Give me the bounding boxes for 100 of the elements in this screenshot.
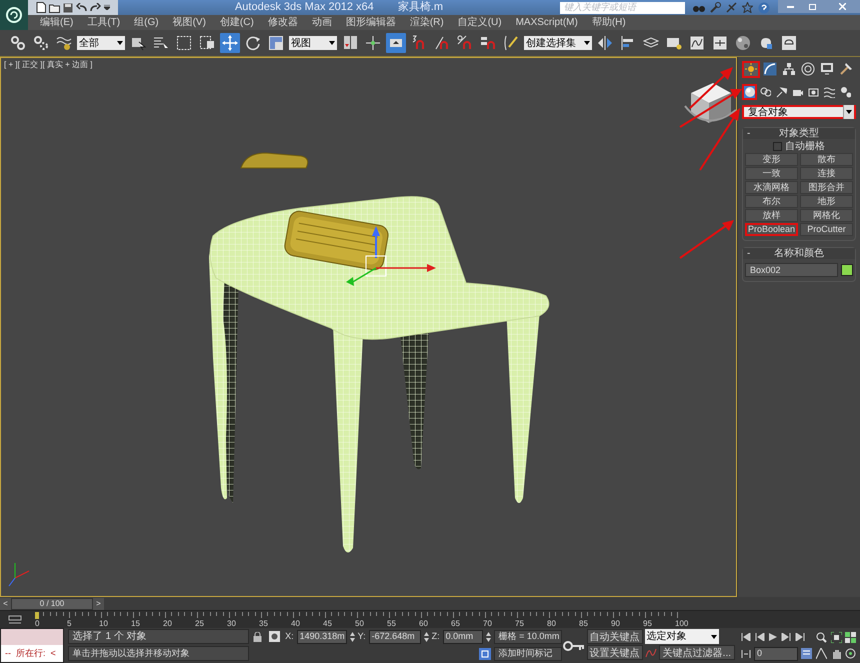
object-type-button[interactable]: 地形 (800, 195, 853, 208)
app-logo-icon[interactable] (0, 0, 28, 30)
object-type-button[interactable]: ProCutter (800, 223, 853, 236)
go-to-end-icon[interactable] (795, 633, 806, 641)
display-tab[interactable] (818, 60, 836, 78)
category-dropdown[interactable]: 复合对象 (742, 105, 856, 119)
create-tab[interactable] (742, 60, 760, 78)
rollout-header[interactable]: - 对象类型 (743, 128, 855, 139)
object-type-button[interactable]: ProBoolean (745, 223, 798, 236)
chair-wireframe-drawing[interactable] (209, 152, 550, 553)
star-icon[interactable] (742, 2, 753, 13)
selection-filter-dropdown[interactable]: 视图 (289, 36, 337, 50)
collapse-toggle[interactable]: - (747, 126, 757, 141)
object-type-button[interactable]: 水滴网格 (745, 181, 798, 194)
previous-frame-button[interactable]: < (0, 598, 11, 610)
orbit-icon[interactable] (845, 648, 856, 659)
next-frame-button[interactable]: > (93, 598, 104, 610)
zoom-extents-icon[interactable] (830, 632, 842, 644)
hierarchy-tab[interactable] (780, 60, 798, 78)
search-field[interactable]: 键入关键字或短语 (560, 2, 685, 14)
curve-editor-icon[interactable] (8, 614, 22, 624)
object-color-swatch[interactable] (841, 264, 853, 276)
zoom-icon[interactable] (816, 632, 827, 644)
new-file-icon[interactable] (36, 2, 46, 13)
menu-item[interactable]: 图形编辑器 (346, 15, 396, 30)
scale-tool[interactable] (266, 33, 286, 53)
open-folder-icon[interactable] (49, 2, 60, 12)
rollout-header[interactable]: - 名称和颜色 (743, 248, 855, 259)
current-frame-field[interactable]: 0 (754, 646, 798, 660)
object-type-button[interactable]: 放样 (745, 209, 798, 222)
spinner-icon[interactable] (424, 630, 429, 642)
previous-key-icon[interactable] (755, 633, 766, 641)
lock-icon[interactable] (253, 632, 262, 642)
next-key-icon[interactable] (781, 633, 792, 641)
maxscript-line-field[interactable]: -- 所在行: < (1, 645, 63, 662)
key-filters-button[interactable]: 关键点过滤器... (658, 645, 736, 660)
time-tag-field[interactable]: 添加时间标记 (494, 646, 562, 660)
object-type-button[interactable]: 一致 (745, 167, 798, 180)
unlink-tool[interactable] (31, 33, 51, 53)
key-icon[interactable] (563, 640, 586, 650)
object-type-button[interactable]: 布尔 (745, 195, 798, 208)
menu-item[interactable]: 视图(V) (172, 15, 206, 30)
selection-filter-dropdown[interactable]: 全部 (77, 36, 125, 50)
viewport-label[interactable]: [ + ][ 正交 ][ 真实 + 边面 ] (4, 59, 92, 71)
wrench-icon[interactable] (710, 2, 721, 13)
modify-tab[interactable] (761, 60, 779, 78)
move-gizmo-icon[interactable] (346, 226, 436, 286)
zoom-extents-all-icon[interactable] (845, 632, 856, 644)
object-type-button[interactable]: 网格化 (800, 209, 853, 222)
auto-key-button[interactable]: 自动关键点 (586, 629, 643, 644)
customize-caret-icon[interactable] (104, 5, 110, 10)
play-icon[interactable] (769, 633, 778, 641)
viewcube-icon[interactable] (684, 83, 736, 123)
help-icon[interactable] (758, 2, 770, 14)
object-type-button[interactable]: 连接 (800, 167, 853, 180)
set-key-button[interactable]: 设置关键点 (586, 645, 643, 660)
menu-item[interactable]: 编辑(E) (40, 15, 74, 30)
minimize-button[interactable] (778, 0, 802, 13)
link-tool[interactable] (8, 33, 28, 53)
maxscript-listener-field[interactable] (1, 629, 63, 645)
redo-icon[interactable] (90, 3, 101, 12)
field-of-view-icon[interactable] (816, 648, 827, 659)
close-button[interactable] (824, 0, 860, 13)
menu-item[interactable]: 修改器 (268, 15, 298, 30)
frame-marker[interactable] (35, 612, 39, 619)
menu-item[interactable]: 动画 (312, 15, 332, 30)
menu-item[interactable]: 帮助(H) (592, 15, 626, 30)
time-slider-thumb[interactable]: 0 / 100 (11, 598, 93, 610)
menu-item[interactable]: 创建(C) (220, 15, 254, 30)
key-target-dropdown[interactable]: 选定对象 (644, 629, 719, 644)
menu-item[interactable]: 自定义(U) (458, 15, 502, 30)
systems-category[interactable] (838, 84, 853, 100)
viewport[interactable]: [ + ][ 正交 ][ 真实 + 边面 ] (0, 57, 737, 597)
motion-tab[interactable] (799, 60, 817, 78)
selection-filter-dropdown[interactable]: 创建选择集 (524, 36, 592, 50)
transform-mode-icon[interactable] (269, 631, 280, 642)
object-type-button[interactable]: 变形 (745, 153, 798, 166)
time-configuration-icon[interactable] (801, 648, 812, 659)
menu-item[interactable]: 工具(T) (87, 15, 120, 30)
rendered-frame-teapot-tool[interactable] (779, 33, 799, 53)
spinner-icon[interactable] (350, 630, 355, 642)
save-icon[interactable] (63, 2, 73, 12)
time-tag-icon[interactable] (478, 648, 491, 660)
move-tool[interactable] (220, 33, 240, 53)
collapse-toggle[interactable]: - (747, 246, 757, 261)
key-mode-icon[interactable] (741, 650, 752, 658)
go-to-start-icon[interactable] (741, 633, 752, 641)
menu-item[interactable]: 渲染(R) (410, 15, 444, 30)
geometry-category[interactable] (742, 84, 757, 100)
z-coordinate-field[interactable]: 0.0mm (442, 630, 483, 644)
manipulate-tool[interactable] (363, 33, 383, 53)
material-editor-tool[interactable] (733, 33, 753, 53)
object-type-button[interactable]: 图形合并 (800, 181, 853, 194)
x-coordinate-field[interactable]: 1490.318m (296, 630, 347, 644)
spinner-icon[interactable] (486, 630, 491, 642)
object-type-button[interactable]: 散布 (800, 153, 853, 166)
keyboard-shortcut-tool[interactable] (386, 33, 406, 53)
autogrid-checkbox[interactable] (773, 142, 782, 151)
menu-item[interactable]: 组(G) (134, 15, 159, 30)
y-coordinate-field[interactable]: -672.648m (368, 630, 421, 644)
